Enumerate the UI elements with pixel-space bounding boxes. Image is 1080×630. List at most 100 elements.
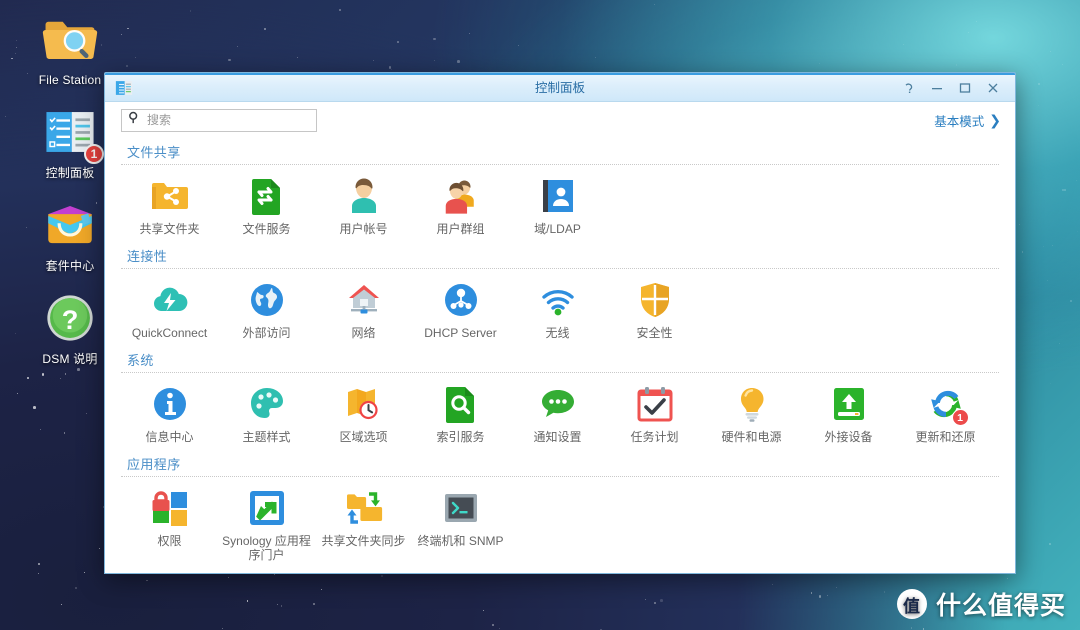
search-input[interactable] — [147, 113, 310, 127]
maximize-icon[interactable] — [951, 76, 979, 100]
section-title: 文件共享 — [121, 138, 999, 164]
control-panel-item-task-scheduler[interactable]: 任务计划 — [606, 377, 703, 450]
status-badge: 1 — [952, 409, 969, 426]
chevron-right-icon: ❯ — [989, 112, 1001, 129]
indexing-service-icon — [441, 384, 481, 424]
control-panel-item-user-group[interactable]: 用户群组 — [412, 169, 509, 242]
control-panel-item-application-portal[interactable]: Synology 应用程序门户 — [218, 481, 315, 568]
control-panel-item-label: QuickConnect — [122, 326, 217, 340]
control-panel-item-dhcp-server[interactable]: DHCP Server — [412, 273, 509, 346]
external-devices-icon — [829, 384, 869, 424]
control-panel-item-terminal-snmp[interactable]: 终端机和 SNMP — [412, 481, 509, 568]
control-panel-item-shared-folder-sync[interactable]: 共享文件夹同步 — [315, 481, 412, 568]
control-panel-item-label: 共享文件夹同步 — [316, 534, 411, 548]
control-panel-item-label: 外部访问 — [219, 326, 314, 340]
domain-ldap-icon — [538, 176, 578, 216]
external-access-globe-icon — [247, 280, 287, 320]
shared-folder-icon — [150, 176, 190, 216]
control-panel-item-label: 无线 — [510, 326, 605, 340]
control-panel-item-label: Synology 应用程序门户 — [219, 534, 314, 562]
help-question-icon: ? — [41, 289, 99, 347]
update-restore-icon: 1 — [926, 384, 966, 424]
hardware-power-bulb-icon — [732, 384, 772, 424]
task-scheduler-icon — [635, 384, 675, 424]
window-titlebar[interactable]: 控制面板 — [105, 73, 1015, 102]
watermark-text: 什么值得买 — [936, 586, 1066, 622]
search-icon — [128, 111, 141, 129]
network-house-icon — [344, 280, 384, 320]
window-title: 控制面板 — [105, 75, 1015, 102]
terminal-snmp-icon — [441, 488, 481, 528]
desktop-item-label: DSM 说明 — [42, 352, 97, 366]
control-panel-item-user-account[interactable]: 用户帐号 — [315, 169, 412, 242]
control-panel-item-privileges-lock[interactable]: 权限 — [121, 481, 218, 568]
privileges-lock-icon — [150, 488, 190, 528]
control-panel-item-label: 网络 — [316, 326, 411, 340]
watermark: 值 什么值得买 — [897, 586, 1066, 622]
control-panel-icon: 1 — [41, 103, 99, 161]
info-center-icon — [150, 384, 190, 424]
control-panel-item-label: DHCP Server — [413, 326, 508, 340]
control-panel-item-external-access-globe[interactable]: 外部访问 — [218, 273, 315, 346]
control-panel-item-label: 域/LDAP — [510, 222, 605, 236]
help-icon[interactable] — [895, 76, 923, 100]
control-panel-item-label: 通知设置 — [510, 430, 605, 444]
control-panel-item-info-center[interactable]: 信息中心 — [121, 377, 218, 450]
control-panel-item-indexing-service[interactable]: 索引服务 — [412, 377, 509, 450]
control-panel-item-external-devices[interactable]: 外接设备 — [800, 377, 897, 450]
control-panel-item-label: 主题样式 — [219, 430, 314, 444]
control-panel-icon — [113, 78, 135, 98]
control-panel-item-label: 用户群组 — [413, 222, 508, 236]
control-panel-item-label: 安全性 — [607, 326, 702, 340]
user-account-icon — [344, 176, 384, 216]
control-panel-item-shared-folder[interactable]: 共享文件夹 — [121, 169, 218, 242]
security-shield-icon — [635, 280, 675, 320]
control-panel-item-label: 外接设备 — [801, 430, 896, 444]
desktop-item-label: 控制面板 — [46, 166, 95, 180]
section-grid: QuickConnect外部访问网络DHCP Server无线安全性 — [121, 273, 999, 346]
control-panel-content: 文件共享共享文件夹文件服务用户帐号用户群组域/LDAP连接性QuickConne… — [105, 138, 1015, 573]
user-group-icon — [441, 176, 481, 216]
section-title: 应用程序 — [121, 450, 999, 476]
window-controls — [895, 76, 1007, 100]
control-panel-item-label: 区域选项 — [316, 430, 411, 444]
control-panel-item-notification-bubble[interactable]: 通知设置 — [509, 377, 606, 450]
wireless-wifi-icon — [538, 280, 578, 320]
control-panel-item-regional-options[interactable]: 区域选项 — [315, 377, 412, 450]
notification-bubble-icon — [538, 384, 578, 424]
control-panel-item-security-shield[interactable]: 安全性 — [606, 273, 703, 346]
control-panel-item-hardware-power-bulb[interactable]: 硬件和电源 — [703, 377, 800, 450]
control-panel-item-theme-palette[interactable]: 主题样式 — [218, 377, 315, 450]
package-center-icon — [41, 196, 99, 254]
control-panel-window: 控制面板 基本模式 ❯ 文件共享共享文件夹文件 — [104, 72, 1016, 574]
control-panel-item-quickconnect-cloud[interactable]: QuickConnect — [121, 273, 218, 346]
desktop-item-label: File Station — [39, 73, 101, 87]
control-panel-item-wireless-wifi[interactable]: 无线 — [509, 273, 606, 346]
mode-toggle-link[interactable]: 基本模式 ❯ — [934, 111, 1001, 130]
shared-folder-sync-icon — [344, 488, 384, 528]
regional-options-icon — [344, 384, 384, 424]
control-panel-item-file-services[interactable]: 文件服务 — [218, 169, 315, 242]
minimize-icon[interactable] — [923, 76, 951, 100]
control-panel-item-network-house[interactable]: 网络 — [315, 273, 412, 346]
theme-palette-icon — [247, 384, 287, 424]
window-toolbar: 基本模式 ❯ — [105, 102, 1015, 138]
control-panel-item-label: 硬件和电源 — [704, 430, 799, 444]
control-panel-item-label: 共享文件夹 — [122, 222, 217, 236]
control-panel-item-label: 用户帐号 — [316, 222, 411, 236]
section-divider — [121, 372, 999, 373]
control-panel-item-label: 任务计划 — [607, 430, 702, 444]
file-services-icon — [247, 176, 287, 216]
search-box[interactable] — [121, 109, 317, 132]
section-grid: 权限Synology 应用程序门户共享文件夹同步终端机和 SNMP — [121, 481, 999, 568]
mode-label: 基本模式 — [934, 111, 984, 130]
control-panel-item-label: 终端机和 SNMP — [413, 534, 508, 548]
close-icon[interactable] — [979, 76, 1007, 100]
control-panel-item-update-restore[interactable]: 1更新和还原 — [897, 377, 994, 450]
quickconnect-cloud-icon — [150, 280, 190, 320]
watermark-logo-icon: 值 — [897, 589, 927, 619]
control-panel-item-domain-ldap[interactable]: 域/LDAP — [509, 169, 606, 242]
control-panel-item-label: 信息中心 — [122, 430, 217, 444]
application-portal-icon — [247, 488, 287, 528]
dhcp-server-icon — [441, 280, 481, 320]
